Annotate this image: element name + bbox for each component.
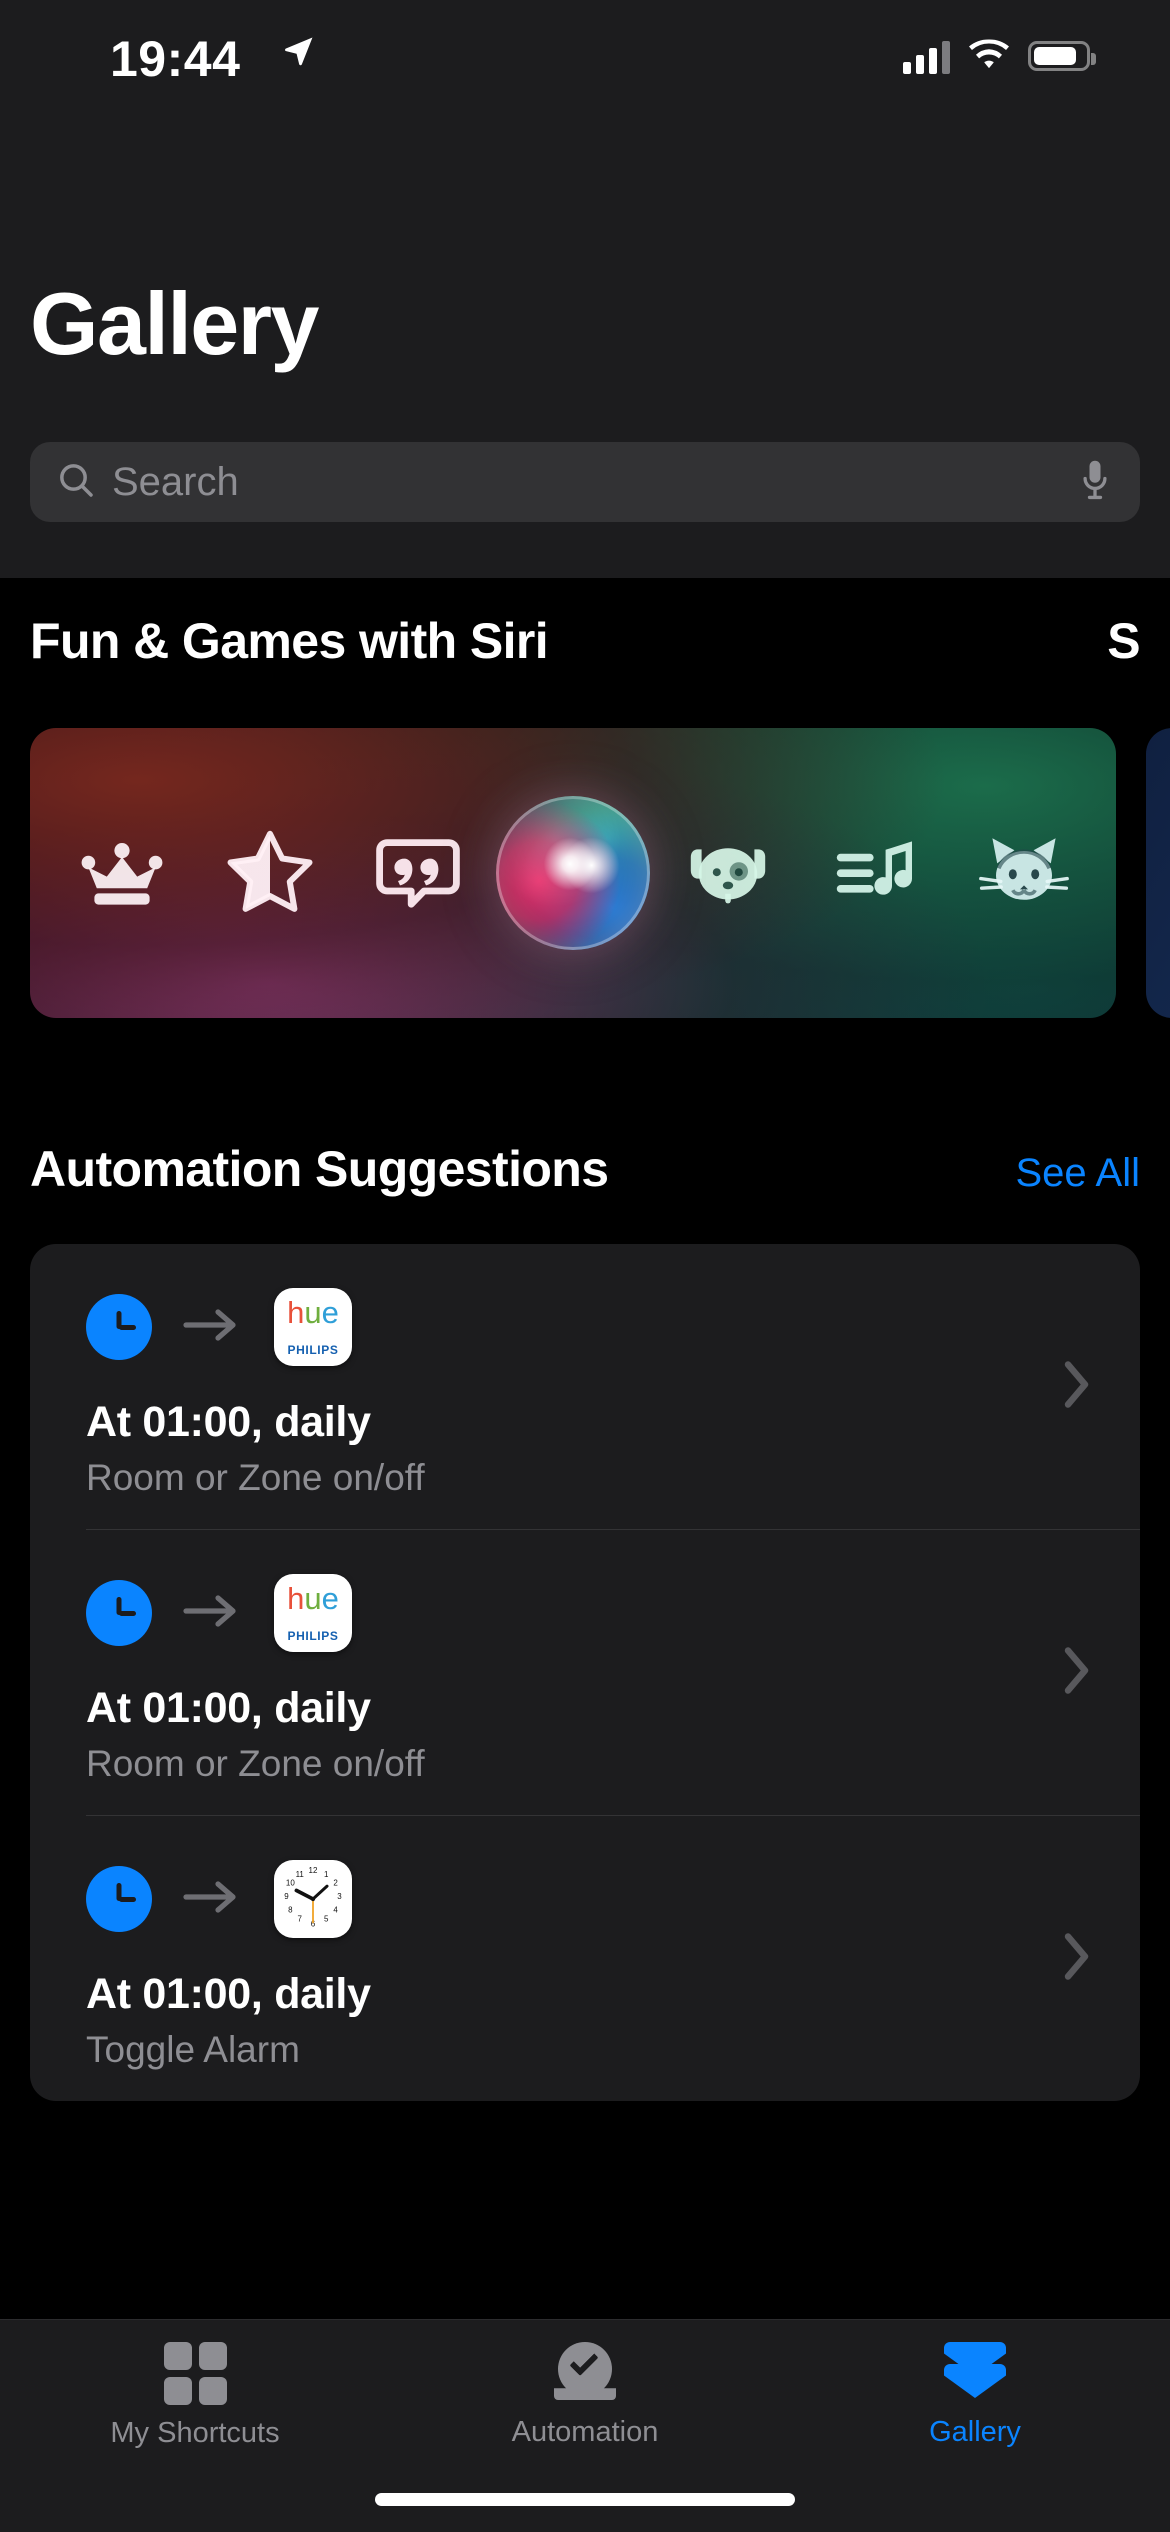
status-bar-time: 19:44 xyxy=(110,31,241,87)
featured-section-header: Fun & Games with Siri S xyxy=(0,578,1170,670)
hue-logo-u: u xyxy=(304,1295,322,1330)
grid-squares-icon xyxy=(163,2342,227,2405)
arrow-right-icon xyxy=(182,1591,244,1636)
svg-text:5: 5 xyxy=(324,1915,329,1924)
hue-logo-u: u xyxy=(304,1581,322,1616)
status-bar: 19:44 xyxy=(0,0,1170,120)
hue-logo-h: h xyxy=(287,1295,305,1330)
philips-brand-label: PHILIPS xyxy=(287,1343,339,1357)
table-row[interactable]: hue PHILIPS At 01:00, daily Room or Zone… xyxy=(30,1244,1140,1529)
microphone-icon[interactable] xyxy=(1078,458,1112,507)
automation-row-subtitle: Room or Zone on/off xyxy=(86,1743,425,1784)
clock-trigger-icon xyxy=(86,1294,152,1360)
see-all-link[interactable]: See All xyxy=(1015,1151,1140,1196)
automation-section-title: Automation Suggestions xyxy=(30,1141,609,1197)
quote-bubble-icon xyxy=(370,825,466,921)
scroll-content: Fun & Games with Siri S Automation Sugge… xyxy=(0,578,1170,2532)
svg-text:8: 8 xyxy=(288,1905,293,1914)
philips-hue-app-icon: hue PHILIPS xyxy=(274,1288,352,1366)
svg-text:12: 12 xyxy=(309,1866,318,1875)
automation-row-icons: hue PHILIPS xyxy=(86,1568,1084,1658)
search-input[interactable] xyxy=(112,459,1078,505)
automation-row-title: At 01:00, daily xyxy=(86,1970,371,2018)
tab-gallery-label: Gallery xyxy=(929,2416,1021,2448)
arrow-right-icon xyxy=(182,1877,244,1922)
tab-my-shortcuts[interactable]: My Shortcuts xyxy=(0,2342,390,2450)
tab-bar: My Shortcuts Automation Gallery xyxy=(0,2319,1170,2532)
crown-icon xyxy=(74,825,170,921)
location-arrow-icon xyxy=(282,34,316,73)
automation-row-icons: 12 1 2 345 678 9 10 11 xyxy=(86,1854,1084,1944)
hue-logo-h: h xyxy=(287,1581,305,1616)
svg-text:11: 11 xyxy=(296,1870,305,1879)
automation-row-title: At 01:00, daily xyxy=(86,1398,371,1446)
featured-section-title: Fun & Games with Siri xyxy=(30,613,549,669)
svg-text:2: 2 xyxy=(333,1879,338,1888)
tab-gallery[interactable]: Gallery xyxy=(780,2342,1170,2449)
chevron-right-icon[interactable] xyxy=(1062,1644,1092,1701)
cellular-signal-icon xyxy=(903,38,950,74)
hue-logo-e: e xyxy=(321,1295,339,1330)
automation-suggestions-card: hue PHILIPS At 01:00, daily Room or Zone… xyxy=(30,1244,1140,2101)
tab-my-shortcuts-label: My Shortcuts xyxy=(110,2417,280,2449)
automation-clock-icon xyxy=(554,2342,616,2404)
music-playlist-icon xyxy=(828,825,924,921)
chevron-right-icon[interactable] xyxy=(1062,1358,1092,1415)
clock-trigger-icon xyxy=(86,1866,152,1932)
svg-text:1: 1 xyxy=(324,1870,329,1879)
search-bar[interactable] xyxy=(30,442,1140,522)
clock-app-icon: 12 1 2 345 678 9 10 11 xyxy=(274,1860,352,1938)
shortcuts-gallery-screen: 19:44 Gallery Search Fun & Games with Si… xyxy=(0,0,1170,2532)
featured-carousel[interactable] xyxy=(0,728,1170,1018)
siri-orb-icon xyxy=(496,796,650,950)
home-indicator[interactable] xyxy=(375,2493,795,2506)
svg-text:4: 4 xyxy=(333,1905,338,1914)
half-star-icon xyxy=(222,825,318,921)
dog-face-icon xyxy=(680,825,776,921)
next-section-title-peek: S xyxy=(1107,613,1140,669)
arrow-right-icon xyxy=(182,1305,244,1350)
svg-text:9: 9 xyxy=(284,1892,289,1901)
navigation-header: 19:44 Gallery xyxy=(0,0,1170,578)
page-title: Gallery xyxy=(30,274,319,373)
cat-face-icon xyxy=(976,825,1072,921)
wifi-icon xyxy=(969,39,1009,69)
svg-text:7: 7 xyxy=(298,1915,303,1924)
featured-banner-siri[interactable] xyxy=(30,728,1116,1018)
search-icon xyxy=(56,460,96,505)
status-bar-indicators xyxy=(903,38,1096,74)
svg-text:3: 3 xyxy=(337,1892,342,1901)
automation-row-icons: hue PHILIPS xyxy=(86,1282,1084,1372)
tab-automation[interactable]: Automation xyxy=(390,2342,780,2449)
table-row[interactable]: hue PHILIPS At 01:00, daily Room or Zone… xyxy=(30,1530,1140,1815)
philips-hue-app-icon: hue PHILIPS xyxy=(274,1574,352,1652)
philips-brand-label: PHILIPS xyxy=(287,1629,339,1643)
clock-trigger-icon xyxy=(86,1580,152,1646)
chevron-right-icon[interactable] xyxy=(1062,1930,1092,1987)
hue-logo-e: e xyxy=(321,1581,339,1616)
tab-automation-label: Automation xyxy=(511,2416,659,2448)
svg-text:10: 10 xyxy=(286,1879,295,1888)
automation-row-subtitle: Toggle Alarm xyxy=(86,2029,300,2070)
table-row[interactable]: 12 1 2 345 678 9 10 11 At 01:00, daily T… xyxy=(30,1816,1140,2101)
automation-section-header: Automation Suggestions See All xyxy=(0,1140,1170,1198)
battery-icon xyxy=(1028,41,1096,71)
automation-row-subtitle: Room or Zone on/off xyxy=(86,1457,425,1498)
featured-banner-next[interactable] xyxy=(1146,728,1170,1018)
automation-row-title: At 01:00, daily xyxy=(86,1684,371,1732)
gallery-layers-icon xyxy=(940,2342,1010,2404)
